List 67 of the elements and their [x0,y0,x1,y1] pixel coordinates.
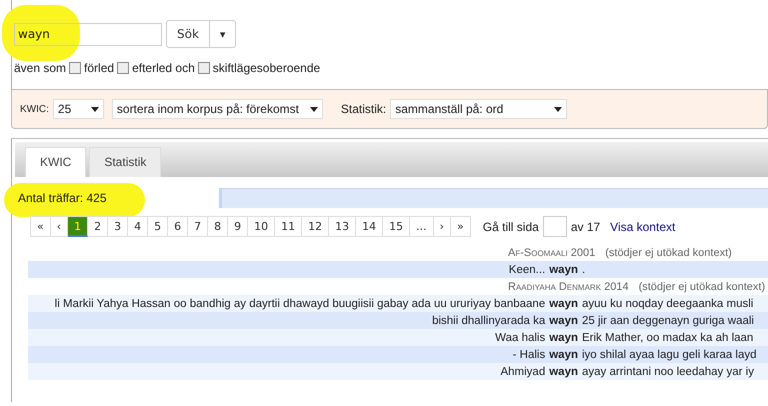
page-button[interactable]: » [451,216,471,237]
context-link[interactable]: Visa kontext [610,220,676,234]
caret-icon [310,106,318,112]
left-context: Waa halis [494,332,546,344]
search-button[interactable]: Sök [166,20,210,48]
corpus-name: Af-Soomaali 2001 [508,246,596,258]
right-context: ayuu ku noqday deegaanka musli [582,298,754,310]
sort-select[interactable]: sortera inom korpus på: förekomst [112,99,323,119]
right-context: . [582,264,586,276]
left-context: Ahmiyad [499,366,546,378]
checkbox-label: efterled och [132,61,195,75]
match-word: wayn [548,332,579,344]
page-button[interactable]: 13 [329,216,356,237]
checkbox-label: förled [84,61,114,75]
page-button[interactable]: 10 [248,216,276,237]
page-button[interactable]: 8 [208,216,228,237]
right-context: 25 jir aan deggenayn guriga waali [582,314,755,326]
page-button[interactable]: 3 [108,216,128,237]
page-button[interactable]: 4 [128,216,148,237]
page-total: av 17 [570,220,600,234]
page-button[interactable]: 11 [275,216,302,237]
tab[interactable]: KWIC [25,147,86,177]
page-button[interactable]: ‹ [50,216,68,237]
match-word: wayn [548,298,579,310]
checkbox[interactable] [198,62,210,74]
corpus-name: Raadiyaha Denmark 2014 [508,280,629,292]
page-button[interactable]: 14 [356,216,384,237]
goto-label: Gå till sida [482,220,539,234]
caret-icon [554,106,562,112]
hit-count: Antal träffar: 425 [18,191,108,205]
right-context: Erik Mather, oo madax ka ah laan [582,332,754,344]
corpus-note: (stödjer ej utökad kontext) [605,246,732,258]
left-context: li Markii Yahya Hassan oo bandhig ay dayrtii dhawayd buugiisii gabay ada uu ururiyay banbaane [54,298,546,310]
match-word: wayn [548,264,579,276]
left-context: Keen... [508,264,546,276]
checkbox-label: skiftlägesoberoende [212,61,320,75]
caret-icon [90,106,99,112]
match-word: wayn [548,348,579,360]
left-context: bishii dhallinyarada ka [431,314,546,326]
page-button[interactable]: 2 [88,216,108,237]
match-word: wayn [548,314,579,326]
dropdown-button[interactable]: ▾ [210,20,236,48]
page-button[interactable]: 15 [383,216,410,237]
group-select[interactable]: sammanställ på: ord [390,99,568,119]
statistics-label: Statistik: [340,102,386,116]
page-button[interactable]: 1 [68,216,88,237]
kwic-label: KWIC: [20,104,49,114]
page-button[interactable]: 6 [168,216,188,237]
checkbox[interactable] [117,62,130,74]
count-select[interactable]: 25 [52,99,104,119]
page-button[interactable]: › [434,216,452,237]
tab[interactable]: Statistik [89,147,162,177]
page-button[interactable]: « [30,216,51,237]
page-button[interactable]: ... [410,216,434,237]
left-context: - Halis [512,348,546,360]
page-button[interactable]: 7 [188,216,208,237]
right-context: ayay arrintani noo leedahay yar iy [582,366,755,378]
options-label: även som [14,61,66,75]
right-context: iyo shilal ayaa lagu geli karaa layd [582,348,758,360]
search-field[interactable]: wayn [14,22,162,46]
page-button[interactable]: 12 [302,216,330,237]
match-word: wayn [548,366,579,378]
checkbox[interactable] [69,62,82,74]
page-field[interactable] [542,216,567,237]
page-button[interactable]: 9 [228,216,248,237]
corpus-note: (stödjer ej utökad kontext) [638,280,766,292]
page-button[interactable]: 5 [148,216,168,237]
